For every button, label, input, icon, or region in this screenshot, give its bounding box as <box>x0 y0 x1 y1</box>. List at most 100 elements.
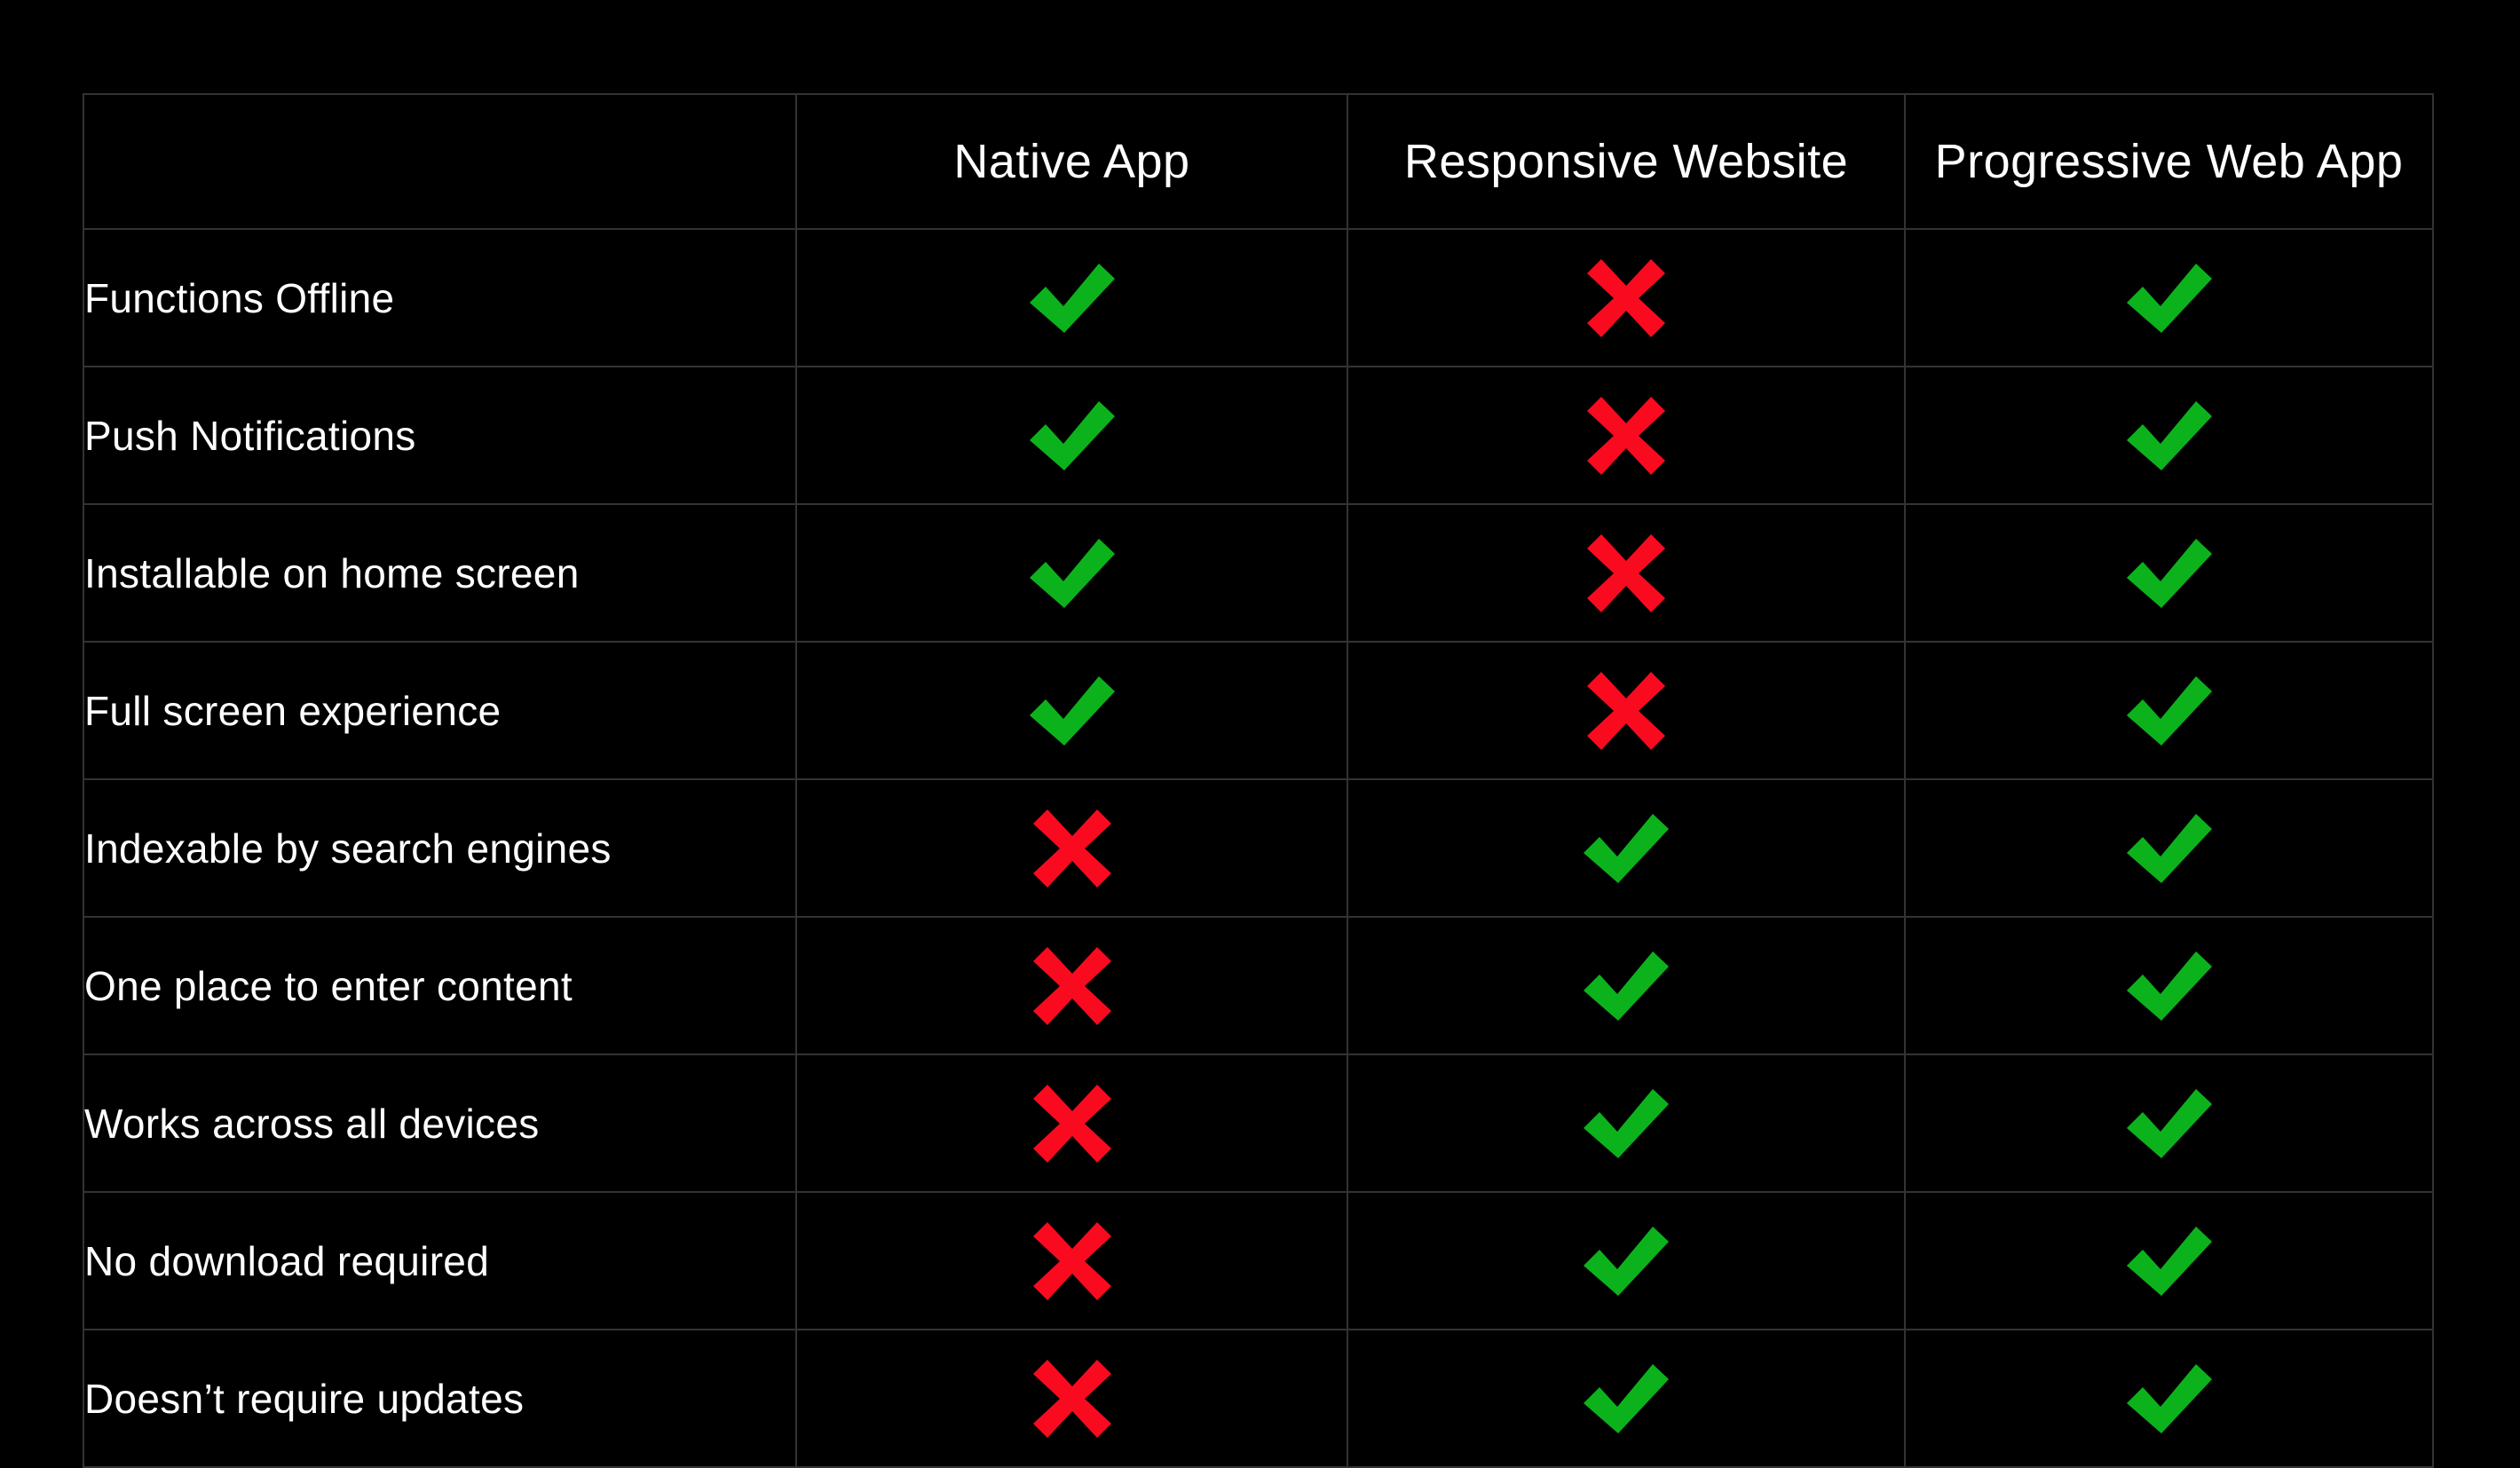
cell-icon-wrapper <box>797 263 1347 333</box>
cell-icon-wrapper <box>1348 1363 1904 1433</box>
cross-icon <box>1587 671 1665 750</box>
table-row: Doesn’t require updates <box>83 1329 2434 1468</box>
table-row: Full screen experience <box>83 641 2434 780</box>
cell-responsive-not-supported <box>1347 366 1906 505</box>
cell-icon-wrapper <box>1906 951 2432 1021</box>
row-feature-label: One place to enter content <box>83 916 797 1055</box>
table-row: Indexable by search engines <box>83 778 2434 918</box>
cell-responsive-supported <box>1347 1191 1906 1330</box>
cross-icon <box>1032 1221 1111 1300</box>
feature-comparison-table: Native App Responsive Website Progressiv… <box>83 93 2434 1468</box>
cell-pwa-supported <box>1904 228 2434 367</box>
table-row: No download required <box>83 1191 2434 1330</box>
cell-icon-wrapper <box>1348 258 1904 337</box>
check-icon <box>1584 1088 1669 1158</box>
table-row: Installable on home screen <box>83 503 2434 643</box>
cell-icon-wrapper <box>797 400 1347 470</box>
cell-icon-wrapper <box>1906 1363 2432 1433</box>
cell-responsive-supported <box>1347 778 1906 918</box>
cross-icon <box>1032 946 1111 1025</box>
cell-native-not-supported <box>795 1191 1348 1330</box>
cell-icon-wrapper <box>1906 400 2432 470</box>
cross-icon <box>1032 1359 1111 1438</box>
table-header-row: Native App Responsive Website Progressiv… <box>83 93 2434 230</box>
check-icon <box>2126 263 2212 333</box>
check-icon <box>2126 951 2212 1021</box>
check-icon <box>1584 1363 1669 1433</box>
check-icon <box>2126 1088 2212 1158</box>
cell-icon-wrapper <box>1348 671 1904 750</box>
cell-icon-wrapper <box>1906 263 2432 333</box>
cell-icon-wrapper <box>1348 396 1904 475</box>
cell-pwa-supported <box>1904 503 2434 643</box>
column-header-native-app: Native App <box>795 93 1348 230</box>
row-feature-label: No download required <box>83 1191 797 1330</box>
check-icon <box>1584 813 1669 883</box>
cell-icon-wrapper <box>1906 675 2432 746</box>
check-icon <box>1584 951 1669 1021</box>
comparison-table-page: Native App Responsive Website Progressiv… <box>0 0 2520 1468</box>
cell-icon-wrapper <box>1906 1088 2432 1158</box>
cell-pwa-supported <box>1904 916 2434 1055</box>
cross-icon <box>1032 809 1111 888</box>
check-icon <box>2126 813 2212 883</box>
row-feature-label: Push Notifications <box>83 366 797 505</box>
column-header-progressive-web-app: Progressive Web App <box>1904 93 2434 230</box>
table-row: One place to enter content <box>83 916 2434 1055</box>
cell-icon-wrapper <box>1348 1226 1904 1296</box>
cross-icon <box>1587 533 1665 612</box>
check-icon <box>1029 538 1115 608</box>
cell-icon-wrapper <box>1348 951 1904 1021</box>
cell-native-supported <box>795 366 1348 505</box>
cross-icon <box>1587 396 1665 475</box>
row-feature-label: Indexable by search engines <box>83 778 797 918</box>
cell-icon-wrapper <box>797 1084 1347 1163</box>
check-icon <box>2126 538 2212 608</box>
table-corner-cell <box>83 93 797 230</box>
cell-native-supported <box>795 228 1348 367</box>
cell-native-supported <box>795 503 1348 643</box>
cell-icon-wrapper <box>797 809 1347 888</box>
cell-icon-wrapper <box>797 675 1347 746</box>
row-feature-label: Functions Offline <box>83 228 797 367</box>
table-header: Native App Responsive Website Progressiv… <box>83 93 2434 230</box>
cell-native-supported <box>795 641 1348 780</box>
cell-pwa-supported <box>1904 1054 2434 1193</box>
cell-native-not-supported <box>795 916 1348 1055</box>
cell-icon-wrapper <box>1906 1226 2432 1296</box>
cell-icon-wrapper <box>1348 533 1904 612</box>
table-row: Works across all devices <box>83 1054 2434 1193</box>
row-feature-label: Installable on home screen <box>83 503 797 643</box>
cross-icon <box>1032 1084 1111 1163</box>
cell-responsive-supported <box>1347 1054 1906 1193</box>
cell-native-not-supported <box>795 1054 1348 1193</box>
cell-pwa-supported <box>1904 366 2434 505</box>
column-header-responsive-website: Responsive Website <box>1347 93 1906 230</box>
check-icon <box>2126 1363 2212 1433</box>
check-icon <box>2126 1226 2212 1296</box>
table-row: Functions Offline <box>83 228 2434 367</box>
cell-responsive-not-supported <box>1347 641 1906 780</box>
cell-icon-wrapper <box>1906 813 2432 883</box>
row-feature-label: Doesn’t require updates <box>83 1329 797 1468</box>
cell-icon-wrapper <box>797 538 1347 608</box>
cell-native-not-supported <box>795 778 1348 918</box>
row-feature-label: Works across all devices <box>83 1054 797 1193</box>
check-icon <box>1029 400 1115 470</box>
check-icon <box>2126 400 2212 470</box>
cell-icon-wrapper <box>797 1221 1347 1300</box>
table-row: Push Notifications <box>83 366 2434 505</box>
row-feature-label: Full screen experience <box>83 641 797 780</box>
cell-pwa-supported <box>1904 1329 2434 1468</box>
check-icon <box>1029 675 1115 746</box>
table-body: Functions Offline Push Notifications Insta… <box>83 228 2434 1468</box>
cell-icon-wrapper <box>797 946 1347 1025</box>
check-icon <box>1029 263 1115 333</box>
check-icon <box>2126 675 2212 746</box>
cell-responsive-not-supported <box>1347 228 1906 367</box>
cell-native-not-supported <box>795 1329 1348 1468</box>
cell-icon-wrapper <box>1348 813 1904 883</box>
cell-responsive-supported <box>1347 916 1906 1055</box>
cell-icon-wrapper <box>1906 538 2432 608</box>
check-icon <box>1584 1226 1669 1296</box>
